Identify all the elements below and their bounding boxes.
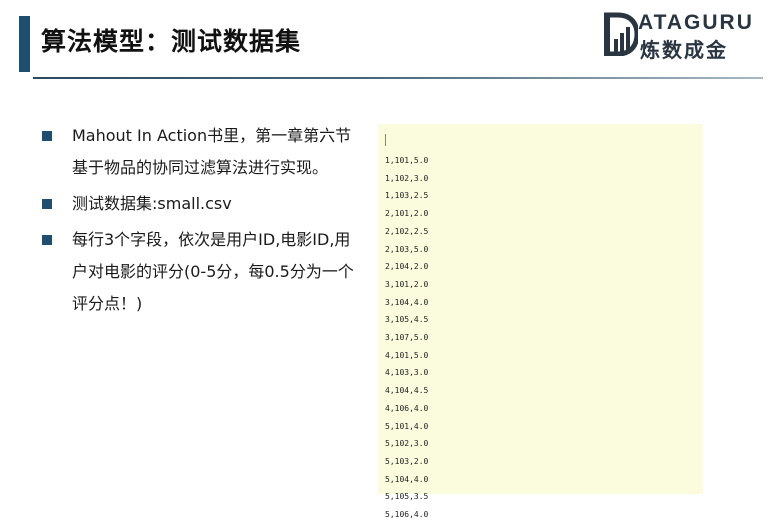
logo-subtitle: 炼数成金 [640,38,728,62]
bullet-item: Mahout In Action书里，第一章第六节基于物品的协同过滤算法进行实现… [42,120,362,184]
dataset-row: 4,106,4.0 [385,403,429,413]
dataset-row: 4,103,3.0 [385,368,429,378]
title-accent-bar [19,16,30,72]
dataset-row: 5,104,4.0 [385,474,429,484]
dataset-row: 3,101,2.0 [385,279,429,289]
dataset-preview-panel: 1,101,5.0 1,102,3.0 1,103,2.5 2,101,2.0 … [378,124,703,519]
slide-title: 算法模型：测试数据集 [41,27,302,56]
dataset-row: 2,103,5.0 [385,244,429,254]
dataset-row: 1,102,3.0 [385,173,429,183]
bullet-list: Mahout In Action书里，第一章第六节基于物品的协同过滤算法进行实现… [42,120,362,324]
dataset-row: 4,101,5.0 [385,350,429,360]
bullet-item: 测试数据集:small.csv [42,188,362,220]
bullet-text: 测试数据集:small.csv [72,194,232,213]
dataset-row: 3,105,4.5 [385,315,429,325]
dataset-row: 2,102,2.5 [385,226,429,236]
bullet-item: 每行3个字段，依次是用户ID,电影ID,用户对电影的评分(0-5分，每0.5分为… [42,224,362,320]
bullet-text: Mahout In Action书里，第一章第六节基于物品的协同过滤算法进行实现… [72,126,352,177]
dataset-row: 5,101,4.0 [385,421,429,431]
logo-wordmark: ATAGURU [638,11,754,34]
dataset-row: 5,102,3.0 [385,439,429,449]
text-cursor [385,134,386,146]
dataset-row: 2,104,2.0 [385,262,429,272]
dataset-row: 4,104,4.5 [385,386,429,396]
bar-chart-logo-icon [604,12,638,56]
title-divider [33,77,763,79]
dataset-row: 1,103,2.5 [385,191,429,201]
square-bullet-icon [42,199,52,209]
dataset-row: 2,101,2.0 [385,209,429,219]
dataguru-logo: ATAGURU 炼数成金 [604,11,766,62]
square-bullet-icon [42,235,52,245]
square-bullet-icon [42,131,52,141]
dataset-rows: 1,101,5.0 1,102,3.0 1,103,2.5 2,101,2.0 … [385,152,428,524]
dataset-row: 3,107,5.0 [385,333,429,343]
dataset-row: 3,104,4.0 [385,297,429,307]
dataset-row: 5,105,3.5 [385,492,429,502]
bullet-text: 每行3个字段，依次是用户ID,电影ID,用户对电影的评分(0-5分，每0.5分为… [72,230,354,313]
dataset-row: 1,101,5.0 [385,156,429,165]
dataset-row: 5,106,4.0 [385,510,429,520]
dataset-row: 5,103,2.0 [385,456,429,466]
